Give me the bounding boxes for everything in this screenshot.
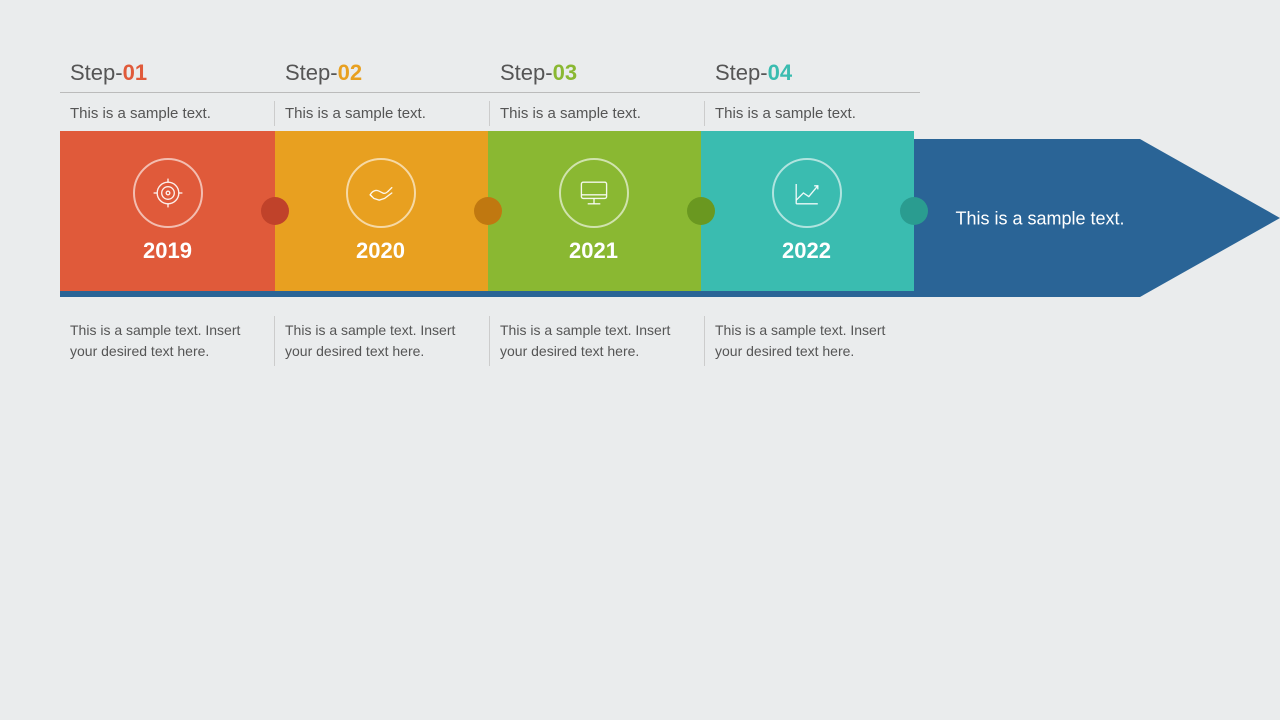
bottom-texts: This is a sample text. Insert your desir… (60, 316, 920, 366)
bottom-text-04: This is a sample text. Insert your desir… (705, 316, 920, 366)
handshake-icon (363, 175, 399, 211)
chart-icon (789, 175, 825, 211)
bottom-text-03: This is a sample text. Insert your desir… (490, 316, 705, 366)
block-2021: 2021 (486, 131, 701, 291)
bottom-text-01: This is a sample text. Insert your desir… (60, 316, 275, 366)
top-texts: This is a sample text. This is a sample … (60, 92, 920, 126)
year-2019: 2019 (143, 238, 192, 264)
target-icon (150, 175, 186, 211)
target-icon-circle (133, 158, 203, 228)
step-label-01: Step-01 (60, 60, 275, 86)
monitor-icon (576, 175, 612, 211)
chart-icon-circle (772, 158, 842, 228)
block-2019: 2019 (60, 131, 275, 291)
bottom-text-02: This is a sample text. Insert your desir… (275, 316, 490, 366)
step-label-03: Step-03 (490, 60, 705, 86)
year-2021: 2021 (569, 238, 618, 264)
top-text-02: This is a sample text. (275, 101, 490, 126)
step-label-04: Step-04 (705, 60, 920, 86)
timeline-container: Step-01 Step-02 Step-03 Step-04 This is … (50, 60, 1230, 366)
block-2020: 2020 (273, 131, 488, 291)
year-2020: 2020 (356, 238, 405, 264)
handshake-icon-circle (346, 158, 416, 228)
monitor-icon-circle (559, 158, 629, 228)
step-labels: Step-01 Step-02 Step-03 Step-04 (60, 60, 920, 86)
arrow-text: This is a sample text. (940, 206, 1140, 231)
top-text-04: This is a sample text. (705, 101, 920, 126)
year-2022: 2022 (782, 238, 831, 264)
block-2022: 2022 (699, 131, 914, 291)
slide: Step-01 Step-02 Step-03 Step-04 This is … (0, 0, 1280, 720)
top-text-01: This is a sample text. (60, 101, 275, 126)
step-label-02: Step-02 (275, 60, 490, 86)
top-text-03: This is a sample text. (490, 101, 705, 126)
